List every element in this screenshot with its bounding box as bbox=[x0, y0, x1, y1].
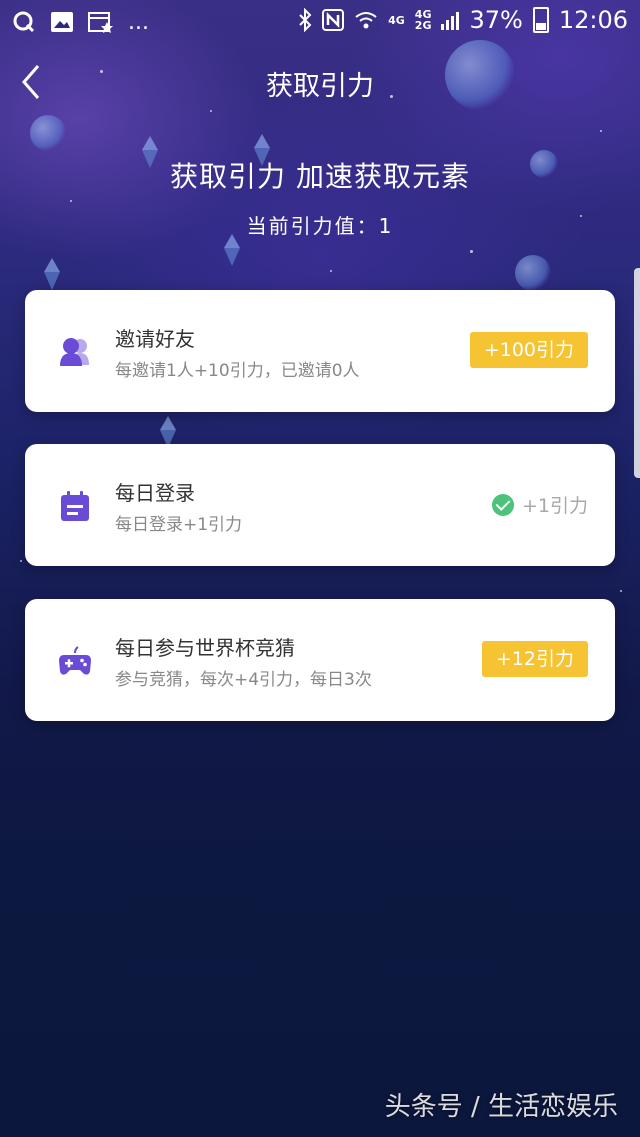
clock: 12:06 bbox=[558, 6, 628, 34]
nfc-icon bbox=[322, 6, 345, 34]
wifi-icon bbox=[354, 6, 378, 34]
calendar-icon bbox=[58, 489, 92, 523]
current-gravity-value: 当前引力值：1 bbox=[246, 214, 394, 238]
page-title: 获取引力 bbox=[266, 71, 374, 102]
network-4g-label: 4G bbox=[388, 13, 405, 27]
bluetooth-icon bbox=[298, 6, 312, 34]
battery-icon bbox=[532, 7, 549, 33]
reward-button[interactable]: +100引力 bbox=[469, 332, 588, 368]
task-description: 参与竞猜，每次+4引力，每日3次 bbox=[115, 670, 372, 690]
task-title: 每日登录 bbox=[115, 481, 195, 505]
signal-icon bbox=[441, 6, 460, 34]
calendar-star-icon bbox=[88, 8, 114, 36]
battery-percent: 37% bbox=[469, 6, 523, 34]
watermark: 头条号 / 生活恋娱乐 bbox=[384, 1092, 618, 1122]
status-bar: ... 4G 4G 2G 37% 12:06 bbox=[0, 0, 640, 44]
reward-label: +1引力 bbox=[521, 495, 588, 517]
task-description: 每日登录+1引力 bbox=[115, 515, 243, 535]
friends-icon bbox=[58, 335, 92, 369]
task-title: 每日参与世界杯竞猜 bbox=[115, 636, 295, 660]
reward-claimed: +1引力 bbox=[491, 491, 588, 518]
scroll-indicator bbox=[634, 268, 640, 478]
task-title: 邀请好友 bbox=[115, 327, 195, 351]
task-card-invite: 邀请好友 每邀请1人+10引力，已邀请0人 +100引力 bbox=[25, 290, 615, 412]
image-icon bbox=[50, 8, 74, 36]
gamepad-icon bbox=[58, 644, 92, 678]
background-orb bbox=[515, 255, 551, 291]
task-card-world-cup: 每日参与世界杯竞猜 参与竞猜，每次+4引力，每日3次 +12引力 bbox=[25, 599, 615, 721]
hero-title: 获取引力 加速获取元素 bbox=[170, 160, 470, 193]
network-stack-label: 4G 2G bbox=[414, 8, 432, 32]
task-description: 每邀请1人+10引力，已邀请0人 bbox=[115, 361, 360, 381]
nav-header: 获取引力 bbox=[0, 44, 640, 122]
reward-button[interactable]: +12引力 bbox=[481, 641, 588, 677]
q-app-icon bbox=[12, 8, 36, 36]
status-overflow: ... bbox=[128, 9, 149, 35]
check-circle-icon bbox=[491, 493, 514, 516]
task-card-daily-login: 每日登录 每日登录+1引力 +1引力 bbox=[25, 444, 615, 566]
